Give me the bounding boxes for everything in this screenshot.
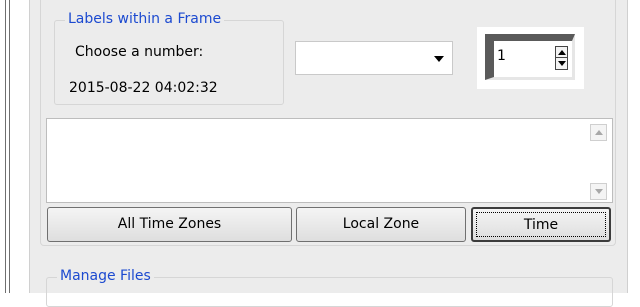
timestamp-label: 2015-08-22 04:02:32: [69, 80, 218, 96]
time-button-label: Time: [523, 217, 559, 233]
spin-up-icon[interactable]: [558, 50, 566, 55]
manage-files-legend: Manage Files: [57, 267, 154, 285]
spin-down-icon[interactable]: [558, 61, 566, 66]
window-left-border: [0, 0, 10, 293]
manage-files-frame: Manage Files: [46, 267, 613, 307]
labels-frame: Labels within a Frame Choose a number: 2…: [54, 10, 284, 105]
combo-arrow-icon[interactable]: [434, 56, 444, 62]
output-text-area[interactable]: [46, 118, 613, 203]
vertical-scrollbar[interactable]: [585, 119, 612, 202]
local-zone-button[interactable]: Local Zone: [296, 207, 466, 242]
number-combobox[interactable]: [295, 41, 453, 75]
spinbox-container: 1: [477, 27, 584, 89]
spinbox-value: 1: [497, 48, 506, 64]
scroll-up-icon: [595, 130, 603, 135]
labels-frame-legend: Labels within a Frame: [65, 10, 225, 28]
time-button[interactable]: Time: [471, 207, 611, 242]
scroll-up-button[interactable]: [590, 124, 607, 141]
scroll-down-button[interactable]: [590, 183, 607, 200]
all-time-zones-button[interactable]: All Time Zones: [47, 207, 292, 242]
number-spinbox[interactable]: 1: [485, 34, 575, 80]
spin-divider: [556, 57, 567, 58]
spin-buttons[interactable]: [555, 46, 568, 70]
choose-number-label: Choose a number:: [75, 44, 204, 60]
scroll-down-icon: [595, 189, 603, 194]
